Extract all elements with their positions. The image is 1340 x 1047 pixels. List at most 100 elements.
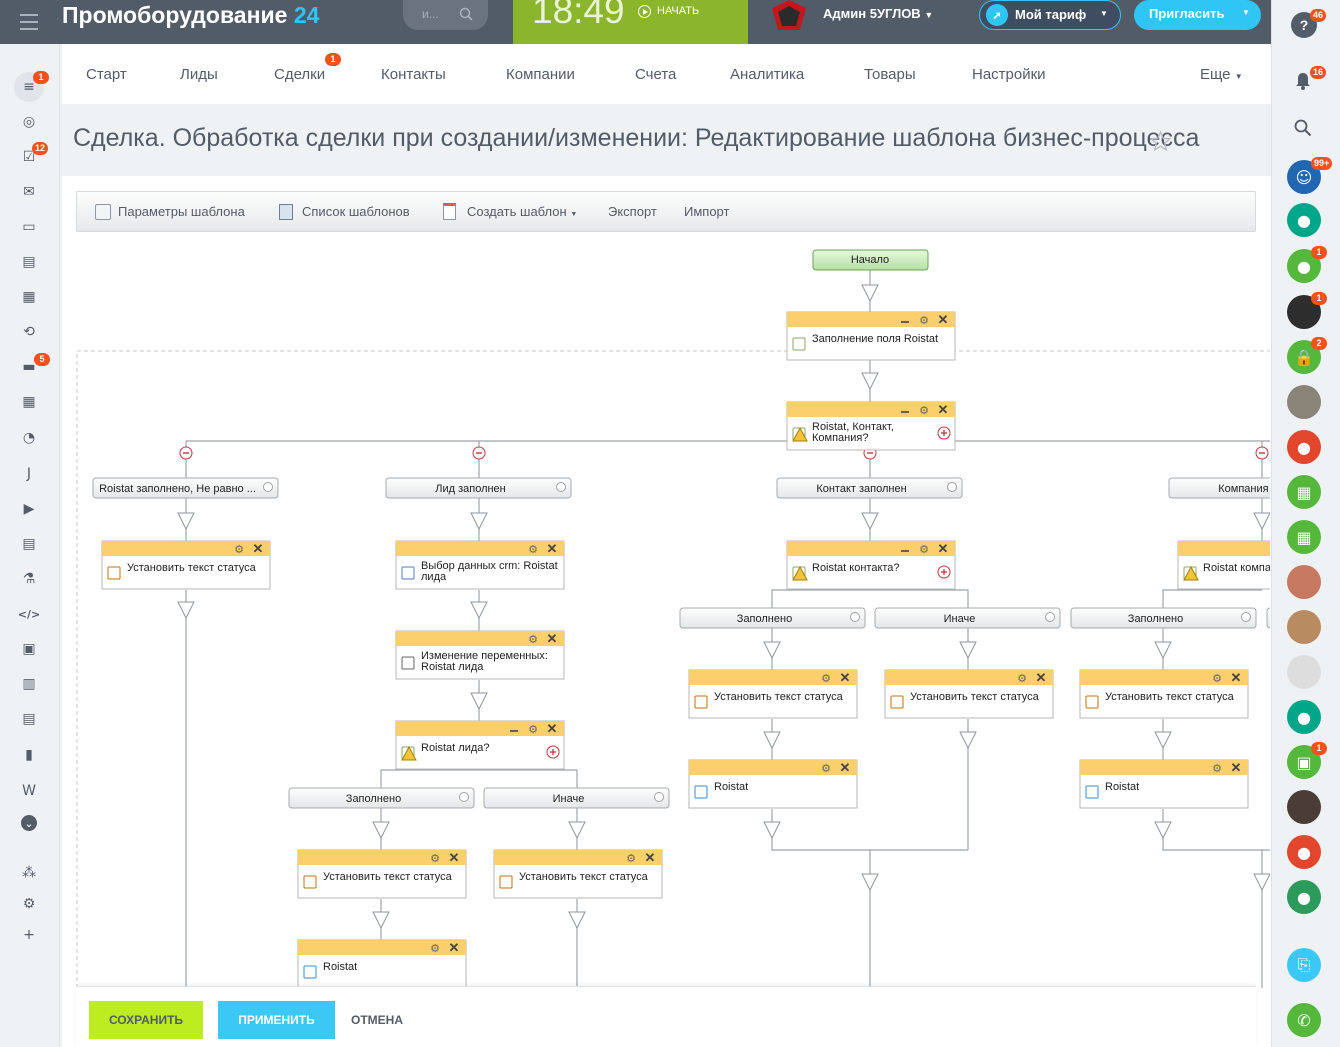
lab-icon[interactable]: ⚗ xyxy=(18,568,40,590)
hamburger-menu-icon[interactable] xyxy=(20,14,38,30)
gear-icon[interactable] xyxy=(850,612,860,622)
printer-icon[interactable]: ▤ xyxy=(18,708,40,730)
start-workday-button[interactable]: НАЧАТЬ xyxy=(657,5,699,17)
video-icon[interactable]: ▶ xyxy=(18,498,40,520)
worktime-panel[interactable]: 18:49 НАЧАТЬ xyxy=(513,0,748,44)
chevron-down-icon[interactable]: ⌄ xyxy=(21,815,37,831)
gear-icon[interactable]: ⚙ xyxy=(528,633,538,646)
search-input[interactable]: и... xyxy=(422,7,439,21)
apps-icon[interactable]: ▦ xyxy=(18,391,40,413)
j-icon[interactable]: J xyxy=(18,463,40,485)
branch-header[interactable]: Иначе xyxy=(483,787,670,809)
w-icon[interactable]: W xyxy=(18,780,40,802)
condition-block[interactable]: ✕⚙Roistat компан xyxy=(1177,540,1271,590)
user-avatar[interactable] xyxy=(1287,565,1321,599)
gear-icon[interactable]: ⚙ xyxy=(919,543,929,556)
gear-icon[interactable]: ⚙ xyxy=(528,543,538,556)
activity-block[interactable]: ✕⚙Изменение переменных:Roistat лида xyxy=(395,630,565,680)
import-button[interactable]: Импорт xyxy=(684,204,729,219)
user-avatar[interactable] xyxy=(1287,655,1321,689)
document-icon[interactable]: ▤ xyxy=(18,533,40,555)
activity-block[interactable]: ✕ ⚙ Установить текст статуса xyxy=(884,669,1054,719)
template-list-button[interactable]: Список шаблонов xyxy=(302,204,410,219)
branch-header[interactable]: Заполнено xyxy=(679,607,866,629)
user-avatar[interactable]: ● xyxy=(1287,203,1321,237)
gear-icon[interactable]: ⚙ xyxy=(919,314,929,327)
tariff-button[interactable]: ➚ Мой тариф ▼ xyxy=(979,0,1121,30)
sync-icon[interactable]: ⟲ xyxy=(18,321,40,343)
activity-block[interactable]: ✕ ⚙ Установить текст статуса xyxy=(688,669,858,719)
template-params-button[interactable]: Параметры шаблона xyxy=(118,204,245,219)
cancel-button[interactable]: ОТМЕНА xyxy=(346,1001,408,1039)
user-avatar[interactable]: ● xyxy=(1287,430,1321,464)
branch-header[interactable]: Заполнено xyxy=(1070,607,1257,629)
gear-icon[interactable] xyxy=(947,482,957,492)
menu-item-analytics[interactable]: Аналитика xyxy=(730,66,804,83)
menu-item-products[interactable]: Товары xyxy=(864,66,916,83)
gear-icon[interactable]: ⚙ xyxy=(821,672,831,685)
chart-icon[interactable]: ▮ xyxy=(18,744,40,766)
menu-item-companies[interactable]: Компании xyxy=(506,66,575,83)
user-avatar[interactable] xyxy=(1287,610,1321,644)
menu-item-deals[interactable]: Сделки xyxy=(274,66,325,83)
gear-icon[interactable]: ⚙ xyxy=(430,942,440,955)
branch-header[interactable]: Иначе xyxy=(874,607,1061,629)
close-icon[interactable]: ✕ xyxy=(938,402,949,417)
close-icon[interactable]: ✕ xyxy=(449,940,460,955)
close-icon[interactable]: ✕ xyxy=(547,631,558,646)
book-icon[interactable]: ▥ xyxy=(18,673,40,695)
menu-item-leads[interactable]: Лиды xyxy=(180,66,218,83)
gear-icon[interactable] xyxy=(1045,612,1055,622)
plus-icon[interactable]: + xyxy=(18,924,40,946)
target-icon[interactable]: ◎ xyxy=(18,111,40,133)
condition-block[interactable]: ✕⚙Roistat, Контакт,Компания? xyxy=(786,401,956,451)
code-icon[interactable]: </> xyxy=(18,603,40,625)
menu-item-more[interactable]: Еще ▼ xyxy=(1200,66,1243,83)
close-icon[interactable]: ✕ xyxy=(840,760,851,775)
search-box[interactable]: и... xyxy=(403,0,488,30)
menu-item-settings[interactable]: Настройки xyxy=(972,66,1046,83)
close-icon[interactable]: ✕ xyxy=(1231,760,1242,775)
activity-block[interactable]: ✕ ⚙ Установить текст статуса xyxy=(101,540,271,590)
calendar-chat-avatar[interactable]: ▦ xyxy=(1287,475,1321,509)
activity-block[interactable]: ✕ ⚙ Установить текст статуса xyxy=(493,849,663,899)
star-icon[interactable] xyxy=(1150,131,1171,152)
contact-card-icon[interactable]: ▤ xyxy=(18,251,40,273)
calendar-window-icon[interactable]: ▭ xyxy=(18,216,40,238)
gear-icon[interactable]: ⚙ xyxy=(18,893,40,915)
gear-icon[interactable]: ⚙ xyxy=(821,762,831,775)
close-icon[interactable]: ✕ xyxy=(253,541,264,556)
gear-icon[interactable]: ⚙ xyxy=(528,723,538,736)
robot-icon[interactable]: ▣ xyxy=(18,638,40,660)
gear-icon[interactable]: ⚙ xyxy=(234,543,244,556)
gear-icon[interactable]: ⚙ xyxy=(430,852,440,865)
gear-icon[interactable]: ⚙ xyxy=(1212,672,1222,685)
user-avatar[interactable]: ● xyxy=(1287,880,1321,914)
condition-block[interactable]: ✕ ⚙ Roistat контакта? xyxy=(786,540,956,590)
user-avatar[interactable] xyxy=(1287,790,1321,824)
activity-block[interactable]: ✕ ⚙ Установить текст статуса xyxy=(1079,669,1249,719)
portal-brand[interactable]: Промоборудование 24 xyxy=(62,2,319,29)
gear-icon[interactable]: ⚙ xyxy=(1017,672,1027,685)
user-avatar[interactable]: ● xyxy=(1287,700,1321,734)
close-icon[interactable]: ✕ xyxy=(547,541,558,556)
gear-icon[interactable] xyxy=(263,482,273,492)
close-icon[interactable]: ✕ xyxy=(840,670,851,685)
close-icon[interactable]: ✕ xyxy=(1231,670,1242,685)
phone-icon[interactable]: ✆ xyxy=(1287,1003,1321,1037)
gear-icon[interactable] xyxy=(459,792,469,802)
gear-icon[interactable]: ⚙ xyxy=(919,404,929,417)
user-menu[interactable]: Админ 5УГЛОВ ▼ xyxy=(823,6,933,21)
branch-header[interactable]: Заполнено xyxy=(288,787,475,809)
gear-icon[interactable] xyxy=(1241,612,1251,622)
play-icon[interactable] xyxy=(638,5,651,18)
activity-block[interactable]: ✕⚙Выбор данных crm: Roistatлида xyxy=(395,540,565,590)
user-avatar[interactable] xyxy=(1287,385,1321,419)
apply-button[interactable]: ПРИМЕНИТЬ xyxy=(218,1001,335,1039)
gear-icon[interactable] xyxy=(556,482,566,492)
share-icon[interactable]: ⎘ xyxy=(1287,948,1321,982)
activity-block[interactable]: ✕ ⚙ Roistat xyxy=(297,939,467,989)
close-icon[interactable]: ✕ xyxy=(938,312,949,327)
create-template-button[interactable]: Создать шаблон ▼ xyxy=(467,204,577,219)
close-icon[interactable]: ✕ xyxy=(449,850,460,865)
